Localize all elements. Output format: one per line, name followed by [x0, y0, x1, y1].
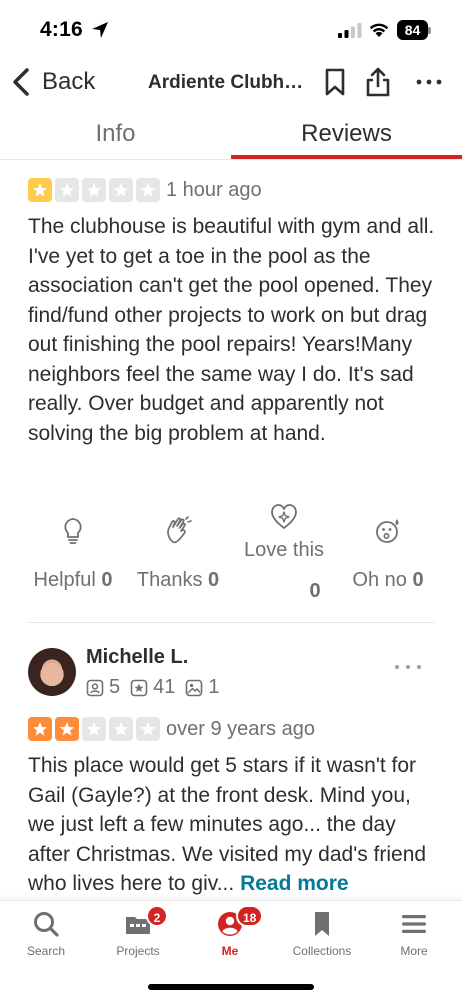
- friends-stat: 5: [86, 676, 120, 699]
- surprised-face-icon: [376, 519, 399, 543]
- projects-badge: 2: [146, 905, 168, 927]
- helpful-label: Helpful: [33, 569, 96, 591]
- reviews-stat: 41: [130, 676, 175, 699]
- clapping-hands-icon: [167, 516, 192, 544]
- nav-header: Back Ardiente Clubhouse: [0, 58, 462, 108]
- star-empty-icon: [82, 717, 106, 741]
- bookmark-icon[interactable]: [320, 66, 350, 98]
- avatar[interactable]: [28, 648, 76, 696]
- tab-bar: Info Reviews: [0, 108, 462, 160]
- thanks-count: 0: [208, 569, 220, 591]
- reviewer-stats: 5 41 1: [86, 676, 230, 699]
- wifi-icon: [369, 23, 389, 37]
- star-empty-icon: [55, 178, 79, 202]
- tab-more-label: More: [400, 944, 428, 958]
- photos-count: 1: [208, 676, 220, 698]
- star-empty-icon: [109, 717, 133, 741]
- share-icon[interactable]: [363, 66, 393, 98]
- love-this-count: 0: [309, 580, 321, 602]
- oh-no-button[interactable]: Oh no 0: [333, 516, 443, 594]
- tab-me[interactable]: 18 Me: [184, 905, 276, 958]
- tab-reviews[interactable]: Reviews: [231, 108, 462, 160]
- friends-icon: [86, 679, 104, 696]
- review-time: over 9 years ago: [166, 718, 315, 740]
- tab-search[interactable]: Search: [0, 909, 92, 958]
- helpful-count: 0: [101, 569, 113, 591]
- tab-me-label: Me: [221, 944, 239, 958]
- star-filled-icon: [28, 178, 52, 202]
- star-empty-icon: [136, 178, 160, 202]
- tab-collections[interactable]: Collections: [276, 909, 368, 958]
- menu-icon: [402, 915, 426, 933]
- review-star-icon: [130, 679, 148, 696]
- review-text: This place would get 5 stars if it wasn'…: [28, 751, 438, 899]
- star-empty-icon: [109, 178, 133, 202]
- photos-stat: 1: [185, 676, 220, 699]
- thanks-label: Thanks: [136, 569, 203, 591]
- tab-collections-label: Collections: [292, 944, 352, 958]
- tab-projects[interactable]: 2 Projects: [92, 905, 184, 958]
- helpful-button[interactable]: Helpful 0: [18, 516, 128, 594]
- battery-level: 84: [397, 20, 428, 40]
- star-empty-icon: [82, 178, 106, 202]
- battery-indicator: 84: [397, 20, 431, 40]
- photo-icon: [186, 679, 203, 696]
- back-button[interactable]: Back: [10, 64, 95, 100]
- oh-no-count: 0: [412, 569, 424, 591]
- oh-no-label: Oh no: [352, 569, 407, 591]
- chevron-left-icon: [13, 68, 29, 96]
- more-options-icon[interactable]: [414, 66, 444, 98]
- review-more-icon[interactable]: [393, 660, 423, 674]
- thanks-button[interactable]: Thanks 0: [123, 516, 233, 594]
- active-tab-indicator: [231, 155, 462, 159]
- reviews-count: 41: [153, 676, 176, 698]
- star-filled-icon: [28, 717, 52, 741]
- review-time: 1 hour ago: [166, 179, 262, 201]
- star-rating: [28, 178, 160, 202]
- status-bar: 4:16 84: [0, 0, 462, 58]
- me-badge: 18: [236, 905, 264, 927]
- home-indicator: [148, 984, 314, 990]
- bookmark-icon: [315, 912, 329, 936]
- battery-cap: [428, 27, 431, 34]
- tab-more[interactable]: More: [368, 909, 460, 958]
- star-rating: [28, 717, 160, 741]
- friends-count: 5: [109, 676, 121, 698]
- reviewer-name[interactable]: Michelle L.: [86, 646, 188, 669]
- love-this-label: Love this: [243, 539, 325, 561]
- tab-search-label: Search: [26, 944, 66, 958]
- lightbulb-icon: [64, 518, 82, 544]
- page-title: Ardiente Clubhouse: [148, 72, 312, 93]
- review-text: The clubhouse is beautiful with gym and …: [28, 215, 435, 445]
- tab-info[interactable]: Info: [0, 108, 231, 160]
- review-divider: [28, 622, 434, 623]
- heart-sparkle-icon: [271, 504, 297, 529]
- review-text-body: This place would get 5 stars if it wasn'…: [28, 754, 427, 895]
- star-empty-icon: [136, 717, 160, 741]
- search-icon: [34, 912, 59, 937]
- location-arrow-icon: [92, 22, 108, 38]
- back-label: Back: [42, 68, 96, 95]
- read-more-link[interactable]: Read more: [240, 872, 349, 895]
- star-filled-icon: [55, 717, 79, 741]
- cellular-signal-icon: [338, 23, 362, 38]
- tab-projects-label: Projects: [116, 944, 160, 958]
- status-time: 4:16: [40, 18, 83, 41]
